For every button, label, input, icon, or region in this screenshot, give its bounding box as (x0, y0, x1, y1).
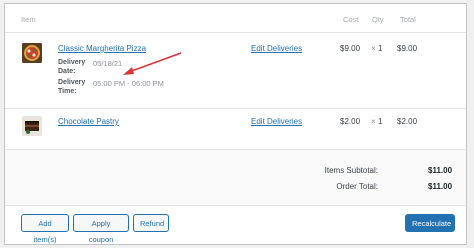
row-qty: 1 (378, 117, 383, 126)
row-cost: $2.00 (340, 117, 361, 126)
items-subtotal-value: $11.00 (428, 166, 453, 175)
table-header: Item Cost Qty Total (5, 4, 466, 33)
delivery-time-value: 05:00 PM - 06:00 PM (93, 79, 164, 88)
row-total: $9.00 (397, 44, 418, 53)
items-subtotal-label: Items Subtotal: (324, 166, 378, 175)
row-total: $2.00 (397, 117, 418, 126)
edit-deliveries-link[interactable]: Edit Deliveries (251, 117, 302, 126)
apply-coupon-button[interactable]: Apply coupon (73, 214, 129, 244)
header-qty: Qty (372, 15, 384, 24)
add-items-button[interactable]: Add item(s) (21, 214, 69, 244)
order-total-label: Order Total: (336, 182, 378, 191)
delivery-date-label: Delivery Date: (58, 59, 86, 75)
row-qty: 1 (378, 44, 383, 53)
delivery-time-label: Delivery Time: (58, 79, 86, 95)
annotation-arrow-icon (123, 52, 182, 75)
order-items-panel: Item Cost Qty Total Classic Margherita P… (4, 3, 467, 245)
edit-deliveries-link[interactable]: Edit Deliveries (251, 44, 302, 53)
row-divider (5, 108, 466, 109)
pastry-thumbnail (22, 116, 42, 136)
refund-button[interactable]: Refund (133, 214, 169, 232)
section-divider (5, 205, 466, 206)
product-link-pastry[interactable]: Chocolate Pastry (58, 117, 119, 126)
row-cost: $9.00 (340, 44, 361, 53)
recalculate-button[interactable]: Recalculate (405, 214, 455, 232)
header-total: Total (400, 15, 416, 24)
header-item: Item (21, 15, 36, 24)
header-cost: Cost (343, 15, 359, 24)
totals-section: Items Subtotal: $11.00 Order Total: $11.… (5, 150, 466, 205)
qty-times-sign: × (371, 117, 376, 126)
qty-times-sign: × (371, 44, 376, 53)
order-total-value: $11.00 (428, 182, 453, 191)
pizza-thumbnail (22, 43, 42, 63)
